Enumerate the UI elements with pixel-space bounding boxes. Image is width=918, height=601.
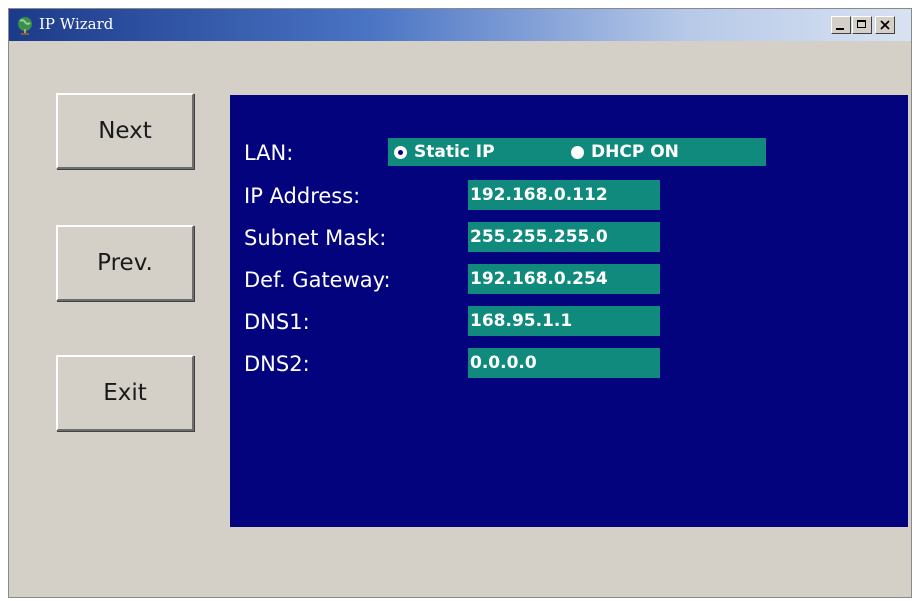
close-icon — [880, 20, 890, 30]
dhcp-on-label: DHCP ON — [591, 142, 679, 162]
subnet-mask-label: Subnet Mask: — [244, 226, 387, 250]
next-button[interactable]: Next — [56, 93, 194, 169]
dhcp-on-radio[interactable]: DHCP ON — [571, 138, 679, 166]
maximize-button[interactable] — [852, 16, 872, 34]
default-gateway-field[interactable] — [468, 264, 660, 294]
dns2-label: DNS2: — [244, 352, 310, 376]
subnet-mask-field[interactable] — [468, 222, 660, 252]
static-ip-radio[interactable]: Static IP — [394, 138, 495, 166]
default-gateway-label: Def. Gateway: — [244, 268, 391, 292]
lan-mode-group: Static IP DHCP ON — [388, 138, 766, 166]
static-ip-label: Static IP — [414, 142, 495, 162]
lan-label: LAN: — [244, 141, 294, 165]
radio-selected-icon — [394, 145, 407, 159]
dns2-field[interactable] — [468, 348, 660, 378]
exit-button[interactable]: Exit — [56, 355, 194, 431]
radio-unselected-icon — [571, 145, 584, 159]
window-title: IP Wizard — [39, 15, 114, 33]
dns1-label: DNS1: — [244, 310, 310, 334]
network-globe-icon — [15, 15, 35, 35]
prev-button[interactable]: Prev. — [56, 225, 194, 301]
close-button[interactable] — [875, 16, 895, 34]
dns1-field[interactable] — [468, 306, 660, 336]
title-bar[interactable]: IP Wizard — [9, 9, 911, 41]
network-settings-panel: LAN: Static IP DHCP ON IP Address: Subne… — [230, 95, 908, 527]
ip-address-label: IP Address: — [244, 184, 361, 208]
minimize-button[interactable] — [831, 16, 851, 34]
ip-address-field[interactable] — [468, 180, 660, 210]
ip-wizard-window: IP Wizard Next Prev. Exit LAN: Static IP… — [8, 8, 912, 598]
